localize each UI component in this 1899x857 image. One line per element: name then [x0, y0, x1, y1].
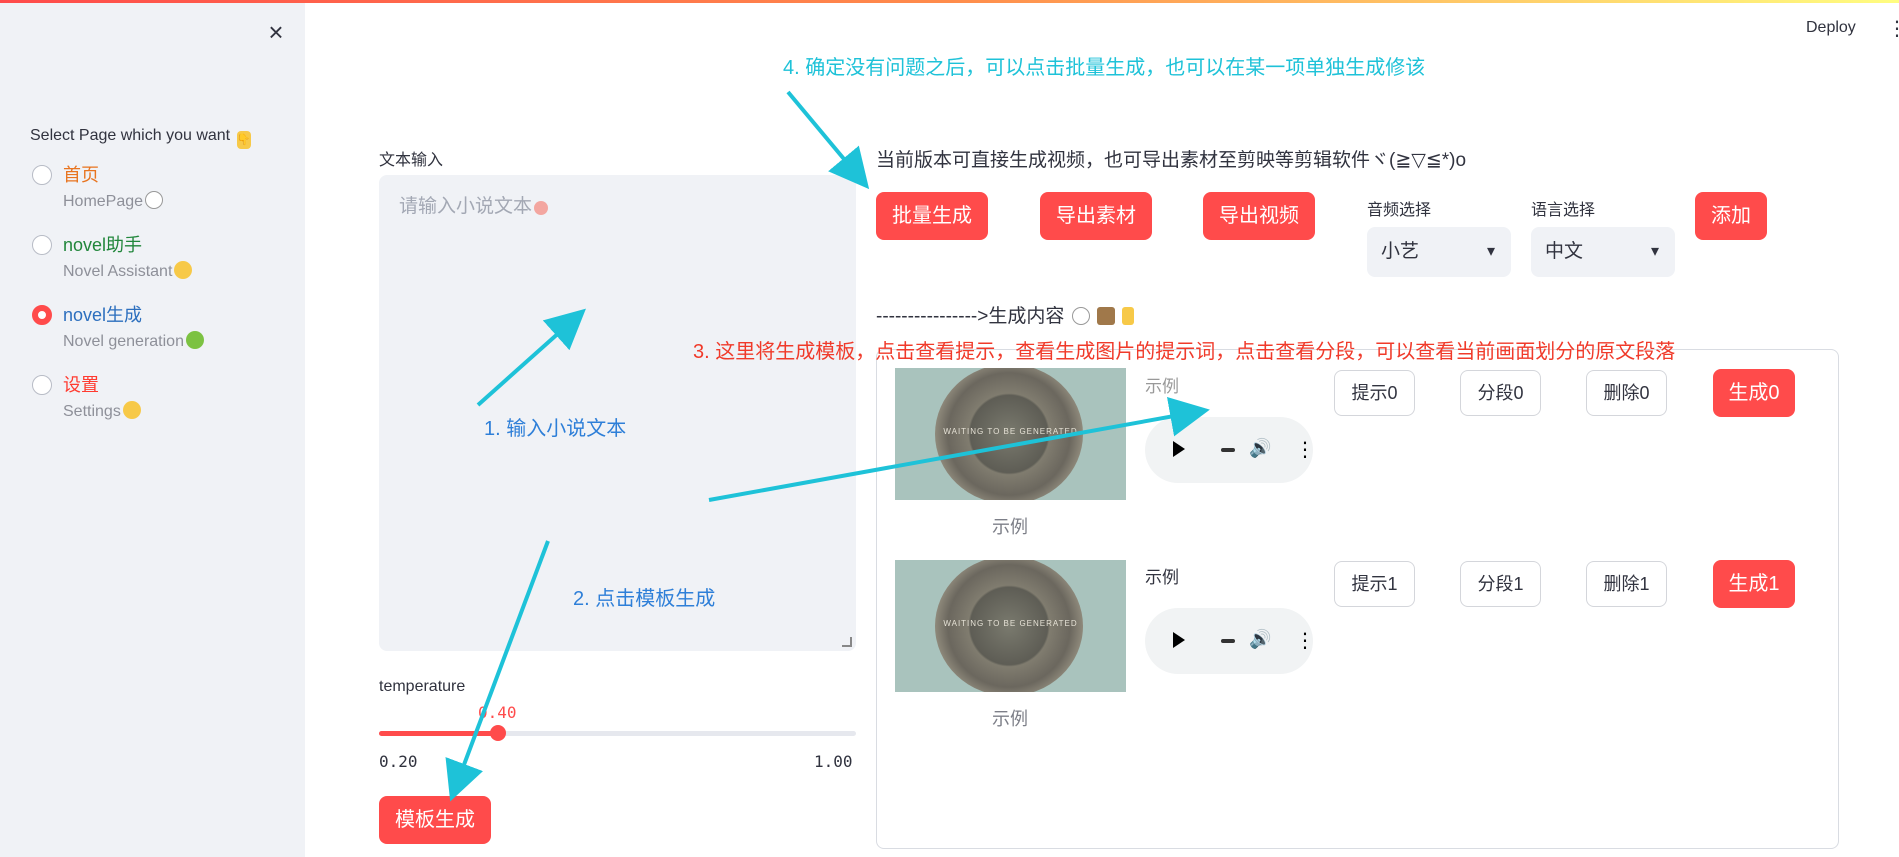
top-decoration-bar: [0, 0, 1899, 3]
ghost-icon: [145, 191, 164, 209]
progress-bar[interactable]: [1221, 639, 1235, 643]
volume-icon[interactable]: 🔊: [1249, 438, 1271, 459]
sidebar-item-sub: Novel Assistant: [63, 261, 193, 281]
language-select-value: 中文: [1545, 241, 1584, 262]
generated-image-1: WAITING TO BE GENERATED: [895, 560, 1126, 692]
annotation-step2: 2. 点击模板生成: [573, 588, 716, 610]
image-caption-0: 示例: [992, 517, 1028, 537]
audio-player-0[interactable]: 🔊 ⋮: [1145, 417, 1315, 483]
volume-icon[interactable]: 🔊: [1249, 629, 1271, 650]
prompt-button-0[interactable]: 提示0: [1334, 370, 1415, 416]
bird-icon: [1096, 307, 1115, 325]
sidebar-item-settings[interactable]: 设置 Settings: [32, 373, 272, 433]
thumb-text: WAITING TO BE GENERATED: [943, 427, 1078, 436]
intro-text: 当前版本可直接生成视频，也可导出素材至剪映等剪辑软件ヾ(≧▽≦*)o: [876, 150, 1467, 171]
audio-select-label: 音频选择: [1367, 202, 1432, 219]
sidebar-item-label: 首页: [63, 165, 99, 185]
sidebar-item-sub: Novel generation: [63, 331, 204, 351]
nauseated-face-icon: [185, 331, 204, 349]
sidebar-item-sub: Settings: [63, 401, 141, 421]
sidebar-item-novel-generation[interactable]: novel生成 Novel generation: [32, 303, 272, 363]
close-icon[interactable]: ×: [264, 19, 288, 45]
more-options-icon[interactable]: ⋮: [1295, 435, 1315, 465]
play-icon[interactable]: [1173, 632, 1185, 648]
pointing-down-icon: [1122, 307, 1135, 325]
progress-bar[interactable]: [1221, 448, 1235, 452]
deploy-button[interactable]: Deploy: [1806, 19, 1856, 37]
temperature-min: 0.20: [379, 752, 418, 771]
sidebar-heading-text: Select Page which you want: [30, 127, 231, 144]
export-video-button[interactable]: 导出视频: [1203, 192, 1315, 240]
thumb-text: WAITING TO BE GENERATED: [943, 619, 1078, 628]
sidebar-item-label: novel生成: [63, 305, 143, 325]
audio-select-value: 小艺: [1381, 241, 1420, 262]
content-heading: ---------------->生成内容: [876, 301, 1135, 328]
audio-select[interactable]: 小艺 ▾: [1367, 227, 1511, 277]
audio-caption-1: 示例: [1145, 568, 1179, 587]
slider-thumb[interactable]: [490, 725, 507, 741]
balloon-icon: [534, 201, 549, 215]
temperature-value: 0.40: [478, 703, 517, 722]
audio-player-1[interactable]: 🔊 ⋮: [1145, 608, 1315, 674]
radio-novel-generation[interactable]: [32, 305, 52, 325]
content-heading-text: ---------------->生成内容: [876, 306, 1065, 327]
sidebar-item-sub-text: Novel Assistant: [63, 263, 173, 280]
export-material-button[interactable]: 导出素材: [1040, 192, 1152, 240]
annotation-step3: 3. 这里将生成模板，点击查看提示，查看生成图片的提示词，点击查看分段，可以查看…: [693, 341, 1676, 363]
language-select-label: 语言选择: [1531, 202, 1596, 219]
pointing-down-icon: 👇: [236, 131, 251, 149]
chevron-down-icon: ▾: [1486, 243, 1495, 260]
play-icon[interactable]: [1173, 441, 1185, 457]
annotation-step1: 1. 输入小说文本: [484, 418, 627, 440]
temperature-slider[interactable]: [379, 725, 856, 741]
generate-button-1[interactable]: 生成1: [1713, 560, 1795, 608]
segment-button-0[interactable]: 分段0: [1460, 370, 1541, 416]
main-menu-icon[interactable]: ⋮: [1887, 19, 1899, 39]
delete-button-1[interactable]: 删除1: [1586, 561, 1667, 607]
chevron-down-icon: ▾: [1650, 243, 1659, 260]
temperature-label: temperature: [379, 678, 466, 695]
sidebar-item-homepage[interactable]: 首页 HomePage: [32, 163, 272, 223]
segment-button-1[interactable]: 分段1: [1460, 561, 1541, 607]
sidebar-item-sub-text: Settings: [63, 403, 121, 420]
image-caption-1: 示例: [992, 709, 1028, 729]
radio-novel-assistant[interactable]: [32, 235, 52, 255]
sidebar-heading: Select Page which you want 👇: [30, 127, 251, 149]
temperature-max: 1.00: [814, 752, 853, 771]
resize-handle-icon[interactable]: [842, 637, 852, 647]
text-input-placeholder: 请输入小说文本: [399, 196, 533, 217]
slider-fill: [379, 731, 499, 736]
sidebar: × Select Page which you want 👇 首页 HomePa…: [0, 0, 305, 857]
prompt-button-1[interactable]: 提示1: [1334, 561, 1415, 607]
radio-homepage[interactable]: [32, 165, 52, 185]
sidebar-item-novel-assistant[interactable]: novel助手 Novel Assistant: [32, 233, 272, 293]
sidebar-item-label: novel助手: [63, 235, 143, 255]
sidebar-item-sub: HomePage: [63, 191, 164, 211]
more-options-icon[interactable]: ⋮: [1295, 626, 1315, 656]
arrow-step4: [786, 90, 870, 190]
generate-button-0[interactable]: 生成0: [1713, 369, 1795, 417]
sidebar-item-sub-text: Novel generation: [63, 333, 184, 350]
template-generate-button[interactable]: 模板生成: [379, 796, 491, 844]
text-input-label: 文本输入: [379, 152, 444, 169]
language-select[interactable]: 中文 ▾: [1531, 227, 1675, 277]
smile-icon: [174, 261, 193, 279]
radio-settings[interactable]: [32, 375, 52, 395]
delete-button-0[interactable]: 删除0: [1586, 370, 1667, 416]
sidebar-item-label: 设置: [63, 375, 99, 395]
ghost-icon: [1071, 307, 1090, 325]
sidebar-item-sub-text: HomePage: [63, 193, 144, 210]
audio-caption-0: 示例: [1145, 377, 1179, 396]
neutral-face-icon: [122, 401, 141, 419]
add-button[interactable]: 添加: [1695, 192, 1767, 240]
batch-generate-button[interactable]: 批量生成: [876, 192, 988, 240]
annotation-step4: 4. 确定没有问题之后，可以点击批量生成，也可以在某一项单独生成修该: [783, 57, 1426, 79]
generated-image-0: WAITING TO BE GENERATED: [895, 368, 1126, 500]
